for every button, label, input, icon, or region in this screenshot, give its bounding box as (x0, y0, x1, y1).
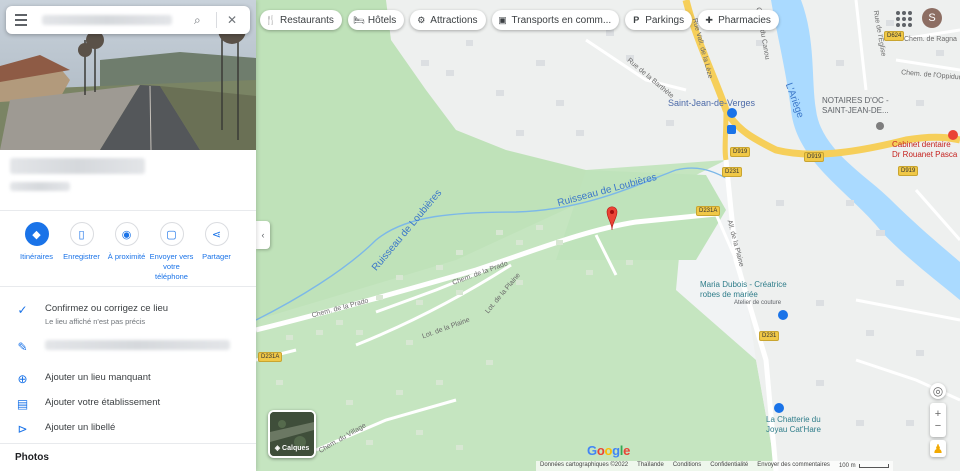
poi-chatterie-label: La Chatterie du Joyau Cat'Hare (766, 415, 821, 434)
road-shield: D231 (722, 167, 743, 177)
my-location-button[interactable]: ◎ (930, 383, 946, 399)
road-label: Chem. de Ragna (904, 36, 957, 43)
scale-bar[interactable]: 100 m (839, 462, 889, 470)
chip-hotels[interactable]: 🛏 Hôtels (347, 10, 405, 30)
chip-parkings[interactable]: P Parkings (625, 10, 693, 30)
town-label: Saint-Jean-de-Verges (668, 98, 756, 108)
suggest-edit-item[interactable]: ✎ (0, 340, 256, 354)
poi-maria-label: Maria Dubois - Créatrice robes de mariée (700, 280, 787, 299)
pharmacy-icon: ✚ (705, 14, 713, 25)
chevron-left-icon: ‹ (261, 230, 265, 240)
collapse-panel-button[interactable]: ‹ (256, 221, 270, 249)
menu-icon[interactable] (6, 14, 36, 26)
suggest-edit-text (45, 340, 230, 350)
road-shield: D231 (759, 331, 780, 341)
close-icon[interactable]: ✕ (227, 13, 237, 27)
attractions-icon: ⚙ (417, 14, 426, 25)
label-icon: ⊳ (17, 422, 28, 436)
feedback-link[interactable]: Envoyer des commentaires (757, 462, 830, 470)
place-title (10, 158, 145, 174)
bookmark-icon: ▯ (69, 222, 94, 246)
zoom-control: + − (930, 403, 946, 437)
road-shield: D919 (730, 147, 751, 157)
share-button[interactable]: ⋖ Partager (194, 222, 239, 282)
privacy-link[interactable]: Confidentialité (710, 462, 748, 470)
add-business-item[interactable]: ▤ Ajouter votre établissement (0, 397, 256, 411)
poi-dentist-label: Cabinet dentaire Dr Rouanet Pasca (892, 140, 958, 159)
hotel-icon: 🛏 (353, 14, 365, 25)
add-location-icon: ⊕ (17, 372, 28, 386)
parking-icon: P (633, 15, 640, 25)
send-to-phone-icon: ▢ (159, 222, 184, 246)
place-panel: ⌕ ✕ ◆ Itinéraires ▯ Enregistrer ◉ À prox… (0, 0, 256, 471)
search-input[interactable] (42, 15, 172, 25)
road-shield: D624 (884, 31, 905, 41)
restaurant-icon: 🍴 (265, 14, 277, 25)
share-icon: ⋖ (204, 222, 229, 246)
locate-icon: ◎ (932, 384, 944, 398)
pencil-icon: ✎ (17, 340, 28, 354)
layers-label: ◈ Calques (274, 445, 310, 452)
chip-restaurants[interactable]: 🍴 Restaurants (260, 10, 342, 30)
action-buttons: ◆ Itinéraires ▯ Enregistrer ◉ À proximit… (14, 222, 239, 282)
transit-icon: ▣ (498, 14, 507, 25)
category-chips: 🍴 Restaurants 🛏 Hôtels ⚙ Attractions ▣ Trans… (260, 10, 779, 30)
place-title-area (10, 158, 145, 191)
add-label-item[interactable]: ⊳ Ajouter un libellé (0, 422, 256, 436)
chip-transit[interactable]: ▣ Transports en comm... (491, 10, 620, 30)
road-shield: D919 (804, 152, 825, 162)
photos-heading: Photos (15, 452, 49, 463)
directions-icon: ◆ (24, 222, 49, 246)
verified-location-icon: ✓ (17, 303, 28, 317)
region-link[interactable]: Thaïlande (637, 462, 664, 470)
save-button[interactable]: ▯ Enregistrer (59, 222, 104, 282)
poi-maria-sub: Atelier de couture (734, 300, 782, 306)
send-to-phone-button[interactable]: ▢ Envoyer vers votre téléphone (149, 222, 194, 282)
map-base (256, 0, 960, 471)
road-shield: D231A (258, 352, 283, 362)
nearby-icon: ◉ (114, 222, 139, 246)
map-footer: Données cartographiques ©2022 Thaïlande … (536, 461, 893, 471)
road-shield: D231A (696, 206, 721, 216)
map-data-credit: Données cartographiques ©2022 (540, 462, 629, 468)
search-box: ⌕ ✕ (6, 6, 250, 34)
poi-notaires-label: NOTAIRES D'OC - SAINT-JEAN-DE... (822, 96, 889, 115)
street-view-pegman-button[interactable]: ♟ (930, 440, 946, 457)
layers-icon: ◈ (274, 445, 281, 452)
place-subtitle (10, 182, 70, 191)
chip-attractions[interactable]: ⚙ Attractions (410, 10, 486, 30)
layers-button[interactable]: ◈ Calques (268, 410, 316, 458)
chip-pharmacies[interactable]: ✚ Pharmacies (698, 10, 779, 30)
nearby-button[interactable]: ◉ À proximité (104, 222, 149, 282)
zoom-in-button[interactable]: + (935, 408, 941, 420)
terms-link[interactable]: Conditions (673, 462, 701, 470)
avatar[interactable]: S (922, 8, 942, 28)
zoom-out-button[interactable]: − (935, 420, 941, 432)
add-missing-place-item[interactable]: ⊕ Ajouter un lieu manquant (0, 372, 256, 386)
google-apps-button[interactable] (896, 11, 912, 27)
google-logo: Google (587, 443, 631, 458)
confirm-location-item[interactable]: ✓ Confirmez ou corrigez ce lieu Le lieu … (0, 303, 256, 326)
pegman-icon: ♟ (932, 441, 944, 456)
map-canvas[interactable]: Ruisseau de Loubières Ruisseau de Loubiè… (256, 0, 960, 471)
store-icon: ▤ (16, 397, 29, 411)
directions-button[interactable]: ◆ Itinéraires (14, 222, 59, 282)
search-icon[interactable]: ⌕ (194, 13, 201, 28)
road-shield: D919 (898, 166, 919, 176)
